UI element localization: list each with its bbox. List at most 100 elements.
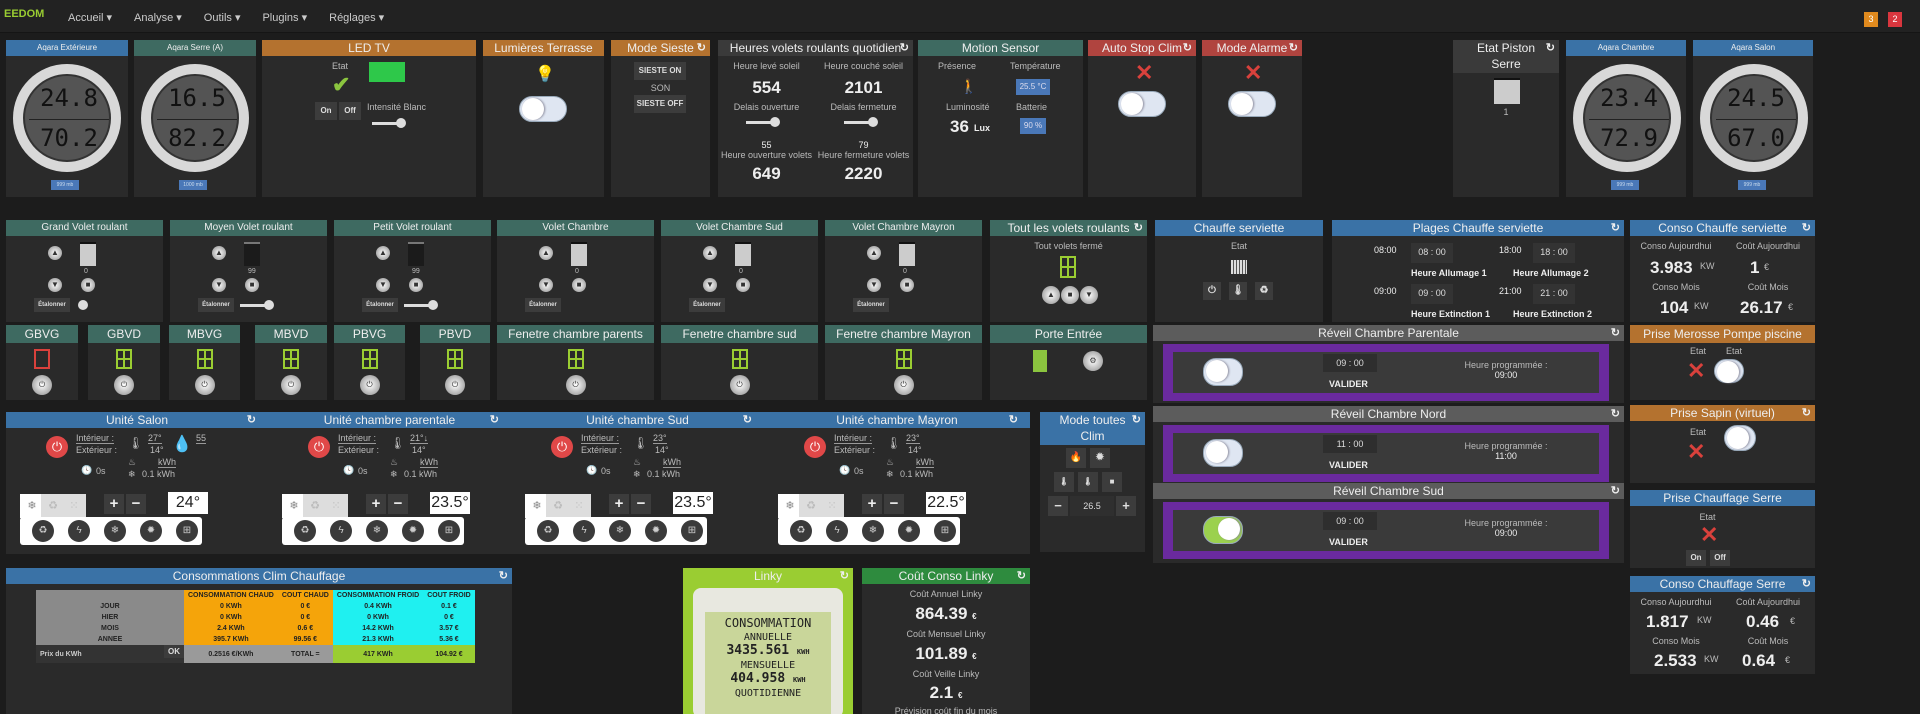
valider-button[interactable]: VALIDER (1329, 537, 1368, 547)
time-input[interactable]: 11 : 00 (1323, 435, 1377, 453)
all-stop-button[interactable]: ■ (1061, 286, 1079, 304)
up-button[interactable]: ▲ (867, 246, 881, 260)
up-button[interactable]: ▲ (212, 246, 226, 260)
sieste-on-button[interactable]: SIESTE ON (634, 62, 686, 80)
increase-button[interactable]: + (862, 494, 882, 514)
delai-fermeture-slider[interactable] (844, 117, 878, 127)
refresh-icon[interactable]: ↻ (1132, 412, 1141, 428)
decrease-button[interactable]: − (884, 494, 904, 514)
down-button[interactable]: ▼ (48, 278, 62, 292)
dry-mode-button[interactable]: ϟ (573, 520, 595, 542)
cool-mode-button[interactable]: ❄ (104, 520, 126, 542)
refresh-icon[interactable]: ↻ (1802, 405, 1811, 421)
stop-button[interactable]: ■ (409, 278, 423, 292)
command-button[interactable]: ⏻ (32, 375, 52, 395)
command-button[interactable]: ⏻ (281, 375, 301, 395)
command-button[interactable]: ⏻ (194, 375, 215, 395)
power-button[interactable]: ⏻ (804, 436, 826, 458)
stop-button[interactable]: ■ (572, 278, 586, 292)
dry-mode-button[interactable]: ϟ (330, 520, 352, 542)
dry-mode-button[interactable]: ϟ (68, 520, 90, 542)
down-button[interactable]: ▼ (703, 278, 717, 292)
reveil-toggle[interactable] (1203, 358, 1243, 386)
sun-mode-button[interactable]: ✹ (1090, 448, 1110, 468)
off-button[interactable]: Off (339, 102, 361, 120)
down-button[interactable]: ▼ (539, 278, 553, 292)
allumage2-input[interactable]: 18 : 00 (1533, 243, 1575, 263)
auto-stop-toggle[interactable] (1118, 91, 1166, 117)
extinction1-input[interactable]: 09 : 00 (1411, 284, 1453, 304)
fan-mode-button[interactable]: ⊞ (681, 520, 703, 542)
fan-mode-button[interactable]: ⊞ (438, 520, 460, 542)
command-button[interactable]: ⏻ (359, 375, 380, 395)
stop-button[interactable]: ■ (81, 278, 95, 292)
menu-reglages[interactable]: Réglages ▾ (329, 11, 384, 24)
setpoint-input[interactable]: 26.5 (1070, 496, 1114, 516)
heat-mode-button[interactable]: ✹ (140, 520, 162, 542)
refresh-icon[interactable]: ↻ (840, 568, 849, 584)
up-button[interactable]: ▲ (539, 246, 553, 260)
increase-button[interactable]: + (366, 494, 386, 514)
refresh-icon[interactable]: ↻ (1017, 568, 1026, 584)
increase-button[interactable]: + (609, 494, 629, 514)
mode-tab[interactable]: ⁙ (62, 494, 86, 518)
off-button[interactable]: Off (1710, 550, 1730, 566)
cool-mode-button[interactable]: ❄ (609, 520, 631, 542)
refresh-icon[interactable]: ↻ (1009, 412, 1018, 428)
etalonner-button[interactable]: Étalonner (525, 298, 561, 312)
reveil-toggle[interactable] (1203, 516, 1243, 544)
fan-mode-button[interactable]: ⊞ (176, 520, 198, 542)
command-button[interactable]: ⏻ (729, 375, 750, 395)
refresh-icon[interactable]: ↻ (1289, 40, 1298, 56)
mode-tab[interactable]: ⁙ (820, 494, 844, 518)
menu-accueil[interactable]: Accueil ▾ (68, 11, 112, 24)
stop-button[interactable]: ■ (1102, 472, 1122, 492)
time-input[interactable]: 09 : 00 (1323, 354, 1377, 372)
heat-mode-button[interactable]: ✹ (898, 520, 920, 542)
position-slider[interactable] (240, 300, 274, 310)
command-button[interactable]: ⏻ (893, 375, 914, 395)
mode-tab[interactable]: ⁙ (324, 494, 348, 518)
warning-badge[interactable]: 3 (1864, 12, 1878, 27)
power-button[interactable]: ⏻ (308, 436, 330, 458)
refresh-icon[interactable]: ↻ (900, 40, 909, 56)
position-slider[interactable] (78, 300, 88, 310)
stop-button[interactable]: ■ (736, 278, 750, 292)
recycle-mode-button[interactable]: ♻ (790, 520, 812, 542)
down-button[interactable]: ▼ (212, 278, 226, 292)
refresh-icon[interactable]: ↻ (1611, 406, 1620, 422)
etalonner-button[interactable]: Étalonner (853, 298, 889, 312)
error-badge[interactable]: 2 (1888, 12, 1902, 27)
valider-button[interactable]: VALIDER (1329, 379, 1368, 389)
recycle-mode-button[interactable]: ♻ (294, 520, 316, 542)
all-up-button[interactable]: ▲ (1042, 286, 1060, 304)
down-button[interactable]: ▼ (867, 278, 881, 292)
all-down-button[interactable]: ▼ (1080, 286, 1098, 304)
recycle-mode-button[interactable]: ♻ (537, 520, 559, 542)
refresh-icon[interactable]: ↻ (1183, 40, 1192, 56)
mode-tab[interactable]: ⁙ (567, 494, 591, 518)
fan-mode-button[interactable]: ⊞ (934, 520, 956, 542)
thermo-low-button[interactable]: 🌡 (1054, 472, 1074, 492)
sieste-off-button[interactable]: SIESTE OFF (634, 95, 686, 113)
reveil-toggle[interactable] (1203, 439, 1243, 467)
position-slider[interactable] (404, 300, 438, 310)
heat-mode-button[interactable]: ✹ (645, 520, 667, 542)
refresh-icon[interactable]: ↻ (1802, 220, 1811, 236)
command-button[interactable]: ⏻ (565, 375, 586, 395)
power-button[interactable]: ⏻ (46, 436, 68, 458)
increase-button[interactable]: + (104, 494, 124, 514)
cool-mode-button[interactable]: ❄ (862, 520, 884, 542)
delai-ouverture-slider[interactable] (746, 117, 780, 127)
dry-mode-button[interactable]: ϟ (826, 520, 848, 542)
ok-button[interactable]: OK (164, 645, 184, 658)
time-input[interactable]: 09 : 00 (1323, 512, 1377, 530)
etalonner-button[interactable]: Étalonner (34, 298, 70, 312)
up-button[interactable]: ▲ (48, 246, 62, 260)
sapin-toggle[interactable] (1724, 425, 1756, 451)
refresh-icon[interactable]: ↻ (743, 412, 752, 428)
etalonner-button[interactable]: Étalonner (362, 298, 398, 312)
power-button[interactable]: ⏻ (551, 436, 573, 458)
refresh-icon[interactable]: ↻ (490, 412, 499, 428)
refresh-icon[interactable]: ↻ (1802, 576, 1811, 592)
